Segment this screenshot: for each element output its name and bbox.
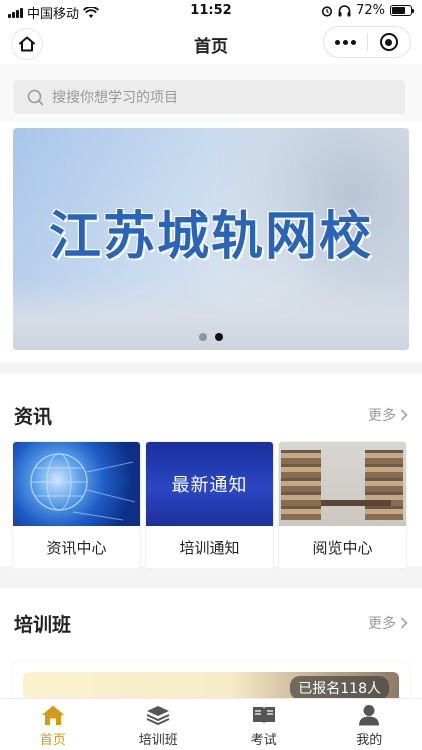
news-more-link[interactable]: 更多 (368, 405, 408, 425)
battery-icon (390, 5, 414, 16)
tab-home[interactable]: 首页 (0, 699, 106, 750)
news-card-label: 培训通知 (179, 538, 240, 557)
layers-icon (146, 706, 170, 726)
banner-title: 江苏城轨网校 (48, 206, 373, 267)
tab-bar: 首页 培训班 考试 我的 (0, 698, 422, 750)
carousel-dot[interactable] (199, 333, 207, 341)
search-section: 搜搜你想学习的项目 (0, 64, 422, 122)
person-icon (359, 705, 380, 726)
status-bar: 中国移动 11:52 72% (0, 0, 422, 22)
news-more-label: 更多 (368, 408, 396, 424)
globe-network-image (13, 442, 140, 526)
news-card-training-notice[interactable]: 最新通知 培训通知 (146, 442, 273, 568)
training-more-link[interactable]: 更多 (368, 613, 408, 633)
chevron-right-icon (400, 617, 408, 629)
headphones-icon (338, 4, 351, 16)
tab-training[interactable]: 培训班 (106, 699, 212, 750)
training-section: 培训班 更多 已报名118人 (0, 588, 422, 722)
mini-program-capsule (323, 26, 411, 58)
chevron-right-icon (400, 409, 408, 421)
news-card-info-center[interactable]: 资讯中心 (13, 442, 140, 568)
carousel-indicator (13, 333, 409, 341)
news-card-label: 资讯中心 (46, 538, 107, 557)
more-menu-button[interactable] (324, 27, 367, 57)
training-title: 培训班 (14, 613, 72, 636)
news-card-reading-center[interactable]: 阅览中心 (279, 442, 406, 568)
banner-section: 江苏城轨网校 (0, 122, 422, 362)
news-title: 资讯 (14, 405, 53, 428)
navigation-bar: 首页 (0, 22, 422, 64)
tab-profile[interactable]: 我的 (317, 699, 422, 750)
target-icon (379, 33, 398, 51)
enrolled-count-badge: 已报名118人 (290, 676, 389, 700)
globe-icon (30, 453, 136, 521)
tab-label: 首页 (39, 733, 66, 748)
search-placeholder: 搜搜你想学习的项目 (52, 90, 178, 106)
library-image (279, 442, 406, 526)
alarm-icon (321, 5, 333, 17)
search-icon (27, 89, 44, 105)
carousel-dot-active[interactable] (215, 333, 223, 341)
news-card-label: 阅览中心 (312, 538, 373, 557)
tab-label: 培训班 (138, 733, 178, 748)
news-section: 资讯 更多 资讯中心 最新通知 培训通知 阅览中心 (0, 374, 422, 568)
banner-carousel[interactable]: 江苏城轨网校 (13, 128, 409, 350)
battery-percent: 72% (356, 3, 385, 18)
news-cards: 资讯中心 最新通知 培训通知 阅览中心 (13, 442, 406, 568)
home-icon (41, 705, 64, 725)
news-header: 资讯 更多 (14, 400, 408, 430)
latest-notice-text: 最新通知 (171, 475, 248, 496)
close-mini-program-button[interactable] (368, 27, 411, 57)
training-header: 培训班 更多 (14, 608, 408, 638)
book-icon (252, 707, 275, 724)
training-more-label: 更多 (368, 616, 396, 632)
tab-label: 考试 (250, 733, 277, 748)
tab-exam[interactable]: 考试 (211, 699, 317, 750)
more-dots-icon (334, 39, 356, 45)
tab-label: 我的 (356, 733, 383, 748)
search-input[interactable]: 搜搜你想学习的项目 (14, 80, 405, 114)
latest-notice-image: 最新通知 (146, 442, 273, 526)
